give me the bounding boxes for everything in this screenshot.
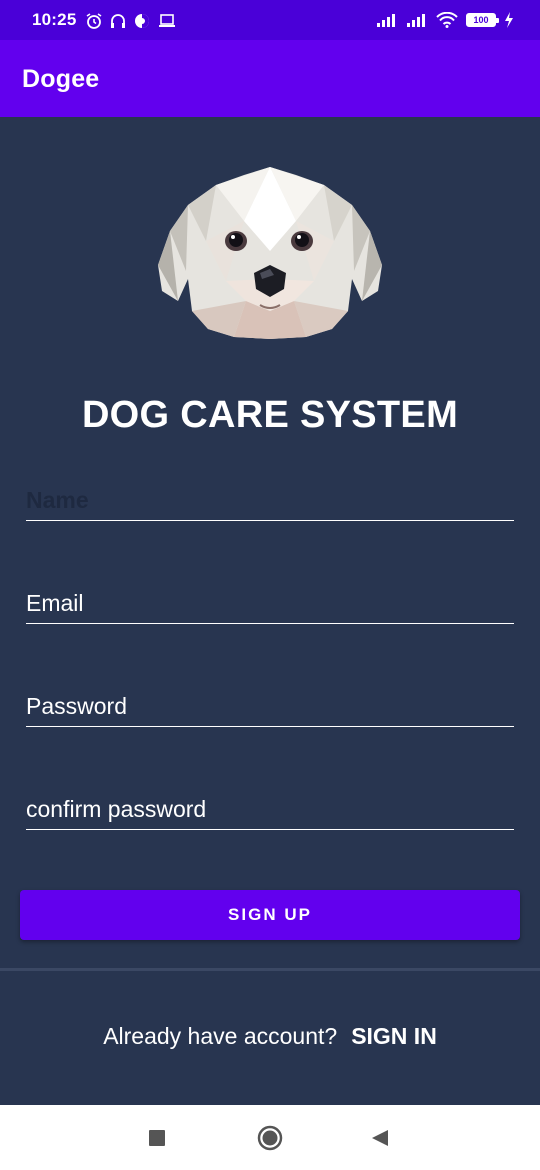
dog-face-icon (158, 167, 382, 339)
password-input[interactable] (26, 688, 514, 724)
signal-icon (377, 14, 395, 27)
app-bar: Dogee (0, 40, 540, 117)
name-input[interactable] (26, 482, 514, 518)
vpn-icon (135, 14, 149, 28)
sign-in-row: Already have account? SIGN IN (0, 1023, 540, 1050)
divider (0, 968, 540, 971)
password-field-container (26, 683, 514, 727)
wifi-icon (436, 12, 458, 28)
app-title: Dogee (22, 65, 100, 93)
name-field-container (26, 477, 514, 521)
signup-screen: DOG CARE SYSTEM SIGN UP Already have acc… (0, 117, 540, 1105)
status-bar: 10:25 100 (0, 0, 540, 40)
battery-level: 100 (473, 15, 489, 25)
recents-icon[interactable] (149, 1130, 165, 1146)
signal-icon (407, 14, 425, 27)
sign-in-prompt: Already have account? (103, 1023, 338, 1049)
back-icon[interactable] (370, 1128, 390, 1148)
page-title: DOG CARE SYSTEM (81, 394, 459, 436)
confirm-password-field-container (26, 786, 514, 830)
home-icon[interactable] (257, 1125, 283, 1151)
alarm-icon (86, 13, 102, 29)
email-field-container (26, 580, 514, 624)
status-time: 10:25 (32, 10, 77, 29)
status-right-icons: 100 (376, 12, 514, 28)
battery-icon: 100 (466, 13, 499, 27)
laptop-icon (159, 14, 175, 27)
confirm-password-input[interactable] (26, 791, 514, 827)
sign-up-button[interactable]: SIGN UP (20, 890, 520, 940)
email-input[interactable] (26, 585, 514, 621)
sign-in-link[interactable]: SIGN IN (351, 1023, 437, 1049)
headset-icon (111, 14, 125, 28)
status-left-icons (86, 13, 176, 29)
navigation-bar (0, 1105, 540, 1170)
charging-icon (505, 12, 513, 28)
